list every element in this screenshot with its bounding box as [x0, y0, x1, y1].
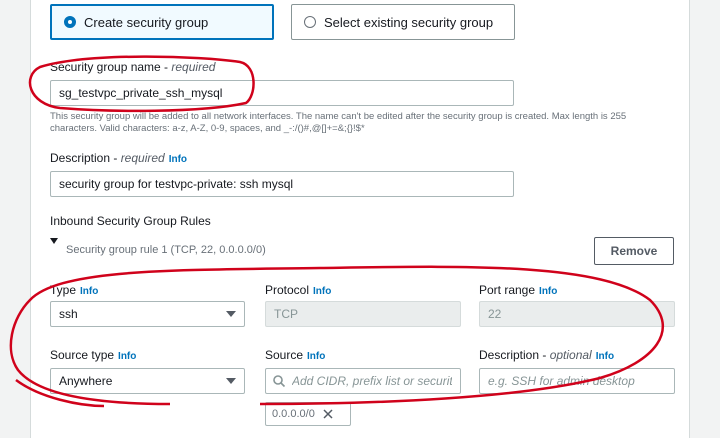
description-label: Description - required Info: [50, 151, 188, 165]
type-label: Type Info: [50, 283, 99, 297]
description-info-link[interactable]: Info: [169, 154, 187, 165]
source-type-select-value: Anywhere: [59, 374, 113, 388]
rule-description-label: Description - optional Info: [479, 348, 615, 362]
source-label: Source Info: [265, 348, 326, 362]
chevron-down-icon: [226, 378, 236, 384]
description-input[interactable]: security group for testvpc-private: ssh …: [50, 171, 514, 197]
type-info-link[interactable]: Info: [80, 286, 98, 297]
port-range-info-link[interactable]: Info: [539, 286, 557, 297]
search-icon: [273, 375, 286, 388]
protocol-label: Protocol Info: [265, 283, 332, 297]
create-security-group-option[interactable]: Create security group: [50, 4, 274, 40]
inbound-rules-title: Inbound Security Group Rules: [50, 214, 211, 228]
select-existing-security-group-label: Select existing security group: [324, 14, 494, 30]
rule-title: Security group rule 1 (TCP, 22, 0.0.0.0/…: [66, 244, 266, 256]
source-type-label: Source type Info: [50, 348, 137, 362]
source-input-placeholder: Add CIDR, prefix list or security: [292, 374, 452, 388]
protocol-input: TCP: [265, 301, 461, 327]
source-input[interactable]: Add CIDR, prefix list or security: [265, 368, 461, 394]
protocol-info-link[interactable]: Info: [313, 286, 331, 297]
sg-name-help-text: This security group will be added to all…: [50, 111, 627, 134]
sg-name-input[interactable]: sg_testvpc_private_ssh_mysql: [50, 80, 514, 106]
caret-down-icon[interactable]: [50, 238, 58, 244]
create-security-group-label: Create security group: [84, 14, 209, 30]
port-range-input: 22: [479, 301, 675, 327]
source-info-link[interactable]: Info: [307, 351, 325, 362]
select-existing-security-group-option[interactable]: Select existing security group: [291, 4, 515, 40]
rule-description-info-link[interactable]: Info: [596, 351, 614, 362]
close-icon[interactable]: [323, 409, 333, 419]
radio-selected-icon: [64, 16, 76, 28]
rule-description-input[interactable]: e.g. SSH for admin desktop: [479, 368, 675, 394]
sg-name-label: Security group name - required: [50, 60, 216, 74]
source-type-info-link[interactable]: Info: [118, 351, 136, 362]
type-select-value: ssh: [59, 307, 78, 321]
type-select[interactable]: ssh: [50, 301, 245, 327]
source-token-value: 0.0.0.0/0: [272, 408, 315, 420]
remove-rule-button[interactable]: Remove: [594, 237, 674, 265]
source-token: 0.0.0.0/0: [265, 402, 351, 426]
port-range-label: Port range Info: [479, 283, 558, 297]
source-type-select[interactable]: Anywhere: [50, 368, 245, 394]
radio-unselected-icon: [304, 16, 316, 28]
chevron-down-icon: [226, 311, 236, 317]
